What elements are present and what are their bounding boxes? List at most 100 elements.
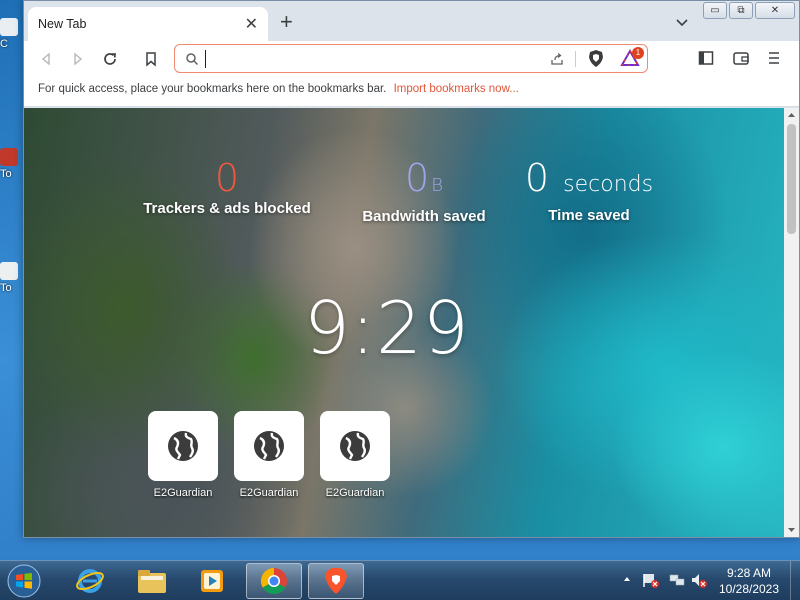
tab-strip: New Tab ✕ + ▭ ⧉ ✕ [24,1,799,41]
rewards-badge: 1 [632,47,644,59]
tray-volume[interactable] [690,571,708,594]
chrome-icon [260,567,287,595]
taskbar-media-player[interactable] [184,563,240,599]
new-tab-page: 0 Trackers & ads blocked 0B Bandwidth sa… [24,108,786,537]
tray-action-center[interactable] [642,571,660,594]
top-site-label: E2Guardian [153,487,213,499]
stat-time-number: 0 [524,156,550,200]
stat-time-value: 0 seconds [514,158,664,205]
taskbar-chrome[interactable] [246,563,302,599]
scroll-down-arrow-icon[interactable] [787,525,796,534]
desktop-icon-image [0,18,18,36]
globe-icon [254,431,284,461]
action-center-flag-icon [643,574,659,588]
forward-icon [74,52,83,66]
tab-title: New Tab [38,17,87,31]
stat-bandwidth-unit: B [431,175,443,196]
desktop-icon-3[interactable]: To [0,262,24,294]
desktop-icon-image [0,148,18,166]
back-icon [41,52,50,66]
address-bar[interactable]: 1 [174,44,648,73]
new-tab-clock: 9:29 [304,286,470,370]
scroll-up-arrow-icon[interactable] [787,111,796,120]
tray-network[interactable] [668,571,686,594]
desktop-icon-image [0,262,18,280]
brave-icon [325,568,347,594]
vertical-scrollbar[interactable] [784,108,799,537]
stat-time-saved: 0 seconds Time saved [514,158,664,224]
top-site-tile-box [320,411,390,481]
top-site-tile-box [148,411,218,481]
forward-button[interactable] [68,49,88,69]
stat-bandwidth-value: 0B [344,158,504,206]
wallet-button[interactable] [732,50,750,71]
reload-button[interactable] [100,49,120,69]
address-input[interactable] [205,50,535,68]
close-button[interactable]: ✕ [755,2,795,19]
stat-time-unit: seconds [563,172,654,197]
windows-logo-icon [7,564,41,598]
tray-show-hidden-icons[interactable] [622,571,632,589]
scroll-thumb[interactable] [787,124,796,234]
taskbar-brave[interactable] [308,563,364,599]
window-controls: ▭ ⧉ ✕ [703,2,795,19]
import-bookmarks-link[interactable]: Import bookmarks now... [394,83,519,95]
desktop-icon-1[interactable]: C [0,18,24,50]
top-site-tile[interactable]: E2Guardian [234,411,304,499]
search-icon [186,53,199,66]
stat-trackers-number: 0 [214,156,240,200]
bookmark-icon [146,52,156,67]
desktop-icon-2[interactable]: To [0,148,24,180]
top-site-tile-box [234,411,304,481]
taskbar-internet-explorer[interactable] [62,563,118,599]
stat-bandwidth-saved: 0B Bandwidth saved [344,158,504,225]
top-site-tile[interactable]: E2Guardian [320,411,390,499]
taskbar: 9:28 AM 10/28/2023 [0,560,800,600]
taskbar-time: 9:28 AM [726,566,772,580]
top-site-label: E2Guardian [325,487,385,499]
start-button[interactable] [4,563,44,599]
internet-explorer-icon [76,569,104,593]
network-icon [669,574,685,586]
minimize-button[interactable]: ▭ [703,2,727,19]
menu-button[interactable] [767,50,781,71]
address-separator [575,51,576,67]
new-tab-button[interactable]: + [280,11,293,33]
browser-window: New Tab ✕ + ▭ ⧉ ✕ 1 For quick access, pl… [23,0,800,538]
media-player-icon [201,570,223,592]
stat-bandwidth-number: 0 [405,156,430,200]
desktop-icon-label: To [0,168,12,180]
hamburger-menu-icon [769,52,779,64]
volume-muted-icon [692,574,707,588]
bookmarks-bar: For quick access, place your bookmarks h… [24,77,799,107]
reload-icon [104,53,116,65]
share-icon[interactable] [549,51,565,67]
globe-icon [340,431,370,461]
stat-bandwidth-label: Bandwidth saved [362,208,486,225]
chevron-up-icon [624,577,630,581]
bookmarks-bar-message: For quick access, place your bookmarks h… [38,83,387,95]
show-desktop-button[interactable] [790,561,800,600]
toolbar: 1 [24,41,799,77]
brave-rewards-button[interactable]: 1 [620,47,644,72]
folder-icon [138,570,166,593]
globe-icon [168,431,198,461]
sidebar-icon [698,51,714,65]
restore-button[interactable]: ⧉ [729,2,753,19]
taskbar-clock[interactable]: 9:28 AM 10/28/2023 [708,565,790,597]
taskbar-date: 10/28/2023 [718,582,780,596]
wallet-icon [733,52,749,65]
top-site-tile[interactable]: E2Guardian [148,411,218,499]
chevron-down-icon[interactable] [675,15,689,29]
stat-time-label: Time saved [548,207,630,224]
desktop-icon-label: C [0,38,8,50]
tab-new-tab[interactable]: New Tab ✕ [28,7,268,41]
stat-trackers-value: 0 [132,158,322,198]
top-site-label: E2Guardian [239,487,299,499]
taskbar-file-explorer[interactable] [124,563,180,599]
brave-shields-icon[interactable] [587,49,605,69]
back-button[interactable] [36,49,56,69]
tab-close-icon[interactable]: ✕ [245,14,258,34]
bookmark-button[interactable] [141,49,161,69]
sidebar-button[interactable] [698,50,714,71]
